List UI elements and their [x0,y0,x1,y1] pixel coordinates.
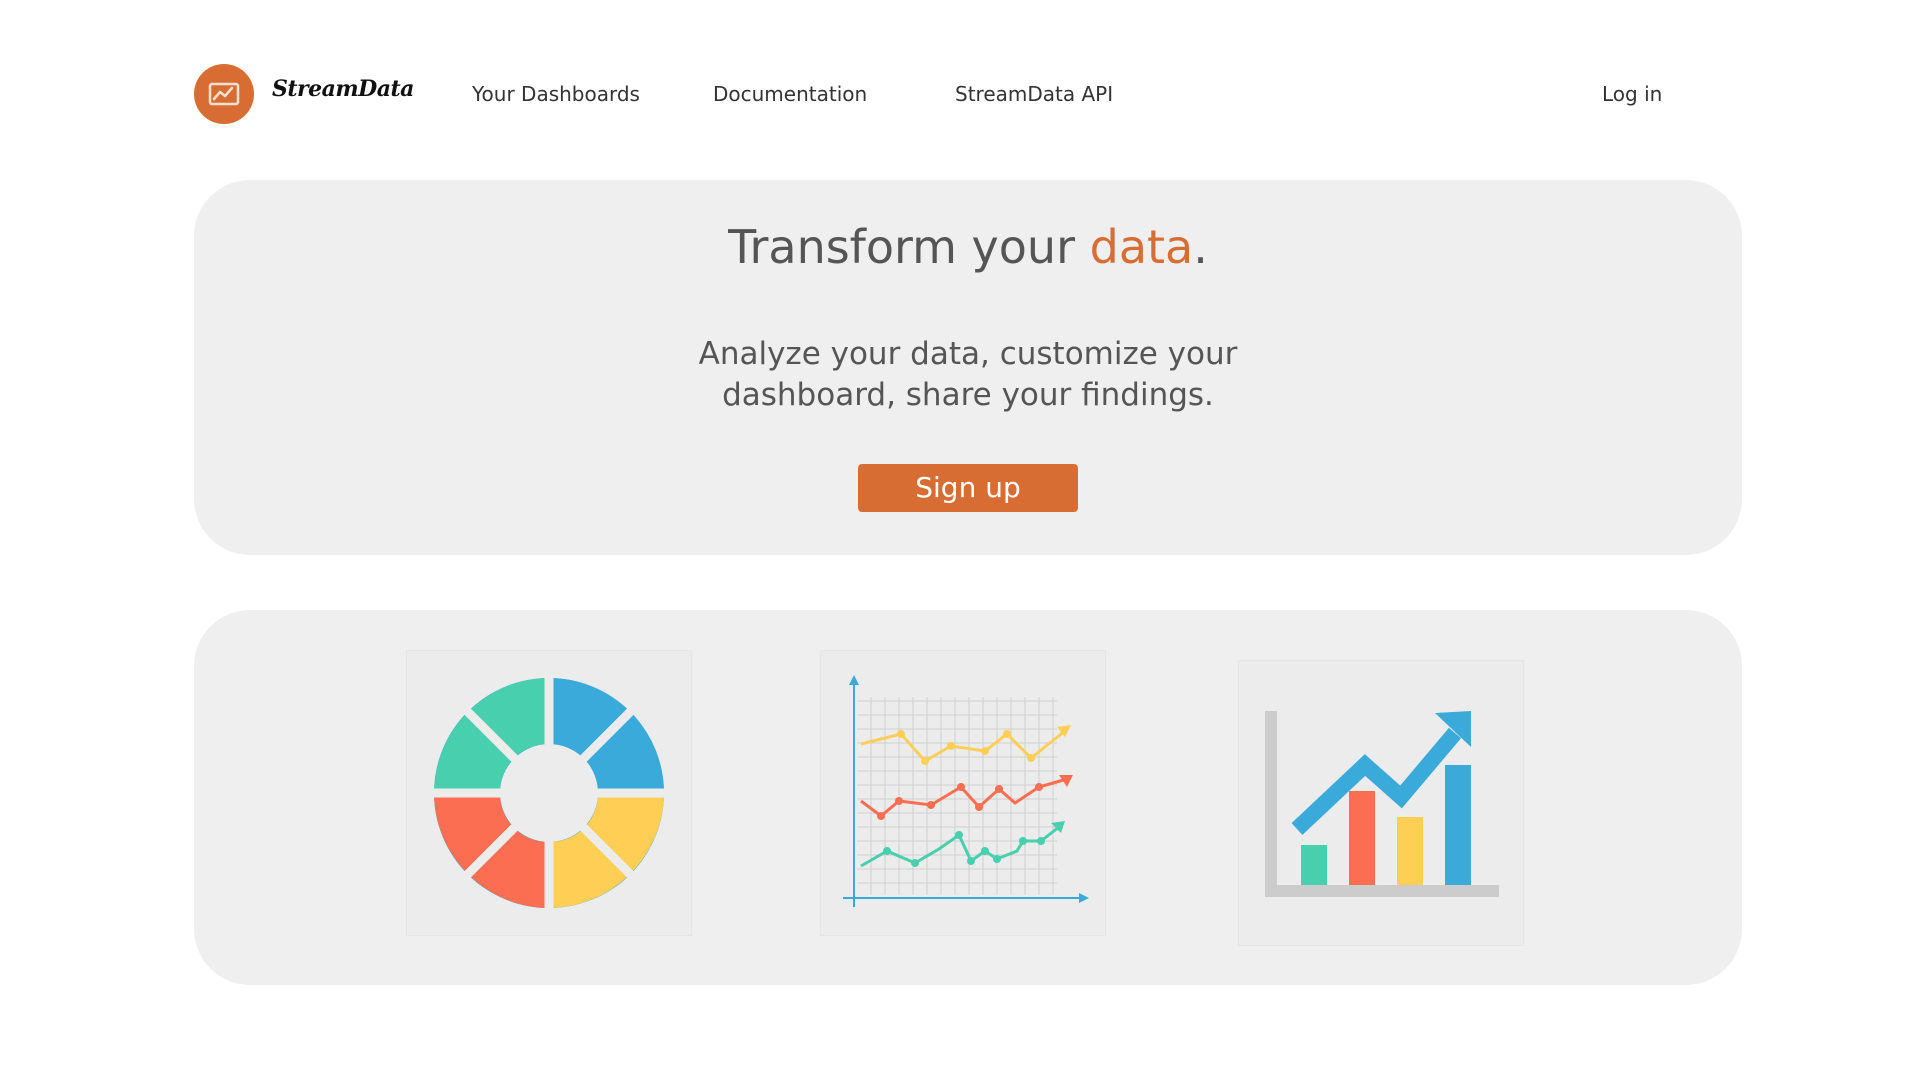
brand-name[interactable]: StreamData [272,76,414,102]
nav-streamdata-api[interactable]: StreamData API [955,82,1113,106]
features-card [194,610,1742,985]
hero-title-suffix: . [1193,220,1208,274]
nav-documentation[interactable]: Documentation [713,82,867,106]
donut-chart-icon [406,650,692,936]
hero-subtitle: Analyze your data, customize your dashbo… [698,336,1238,413]
hero-title-prefix: Transform your [728,220,1090,274]
logo-icon[interactable] [194,64,254,124]
hero-title-accent: data [1089,220,1194,274]
signup-button[interactable]: Sign up [858,464,1078,512]
hero-card: Transform your data. Analyze your data, … [194,180,1742,555]
nav-your-dashboards[interactable]: Your Dashboards [472,82,640,106]
hero-title: Transform your data. [194,220,1742,274]
line-chart-icon [820,650,1106,936]
login-link[interactable]: Log in [1602,82,1662,106]
growth-bar-chart-icon [1238,660,1524,946]
